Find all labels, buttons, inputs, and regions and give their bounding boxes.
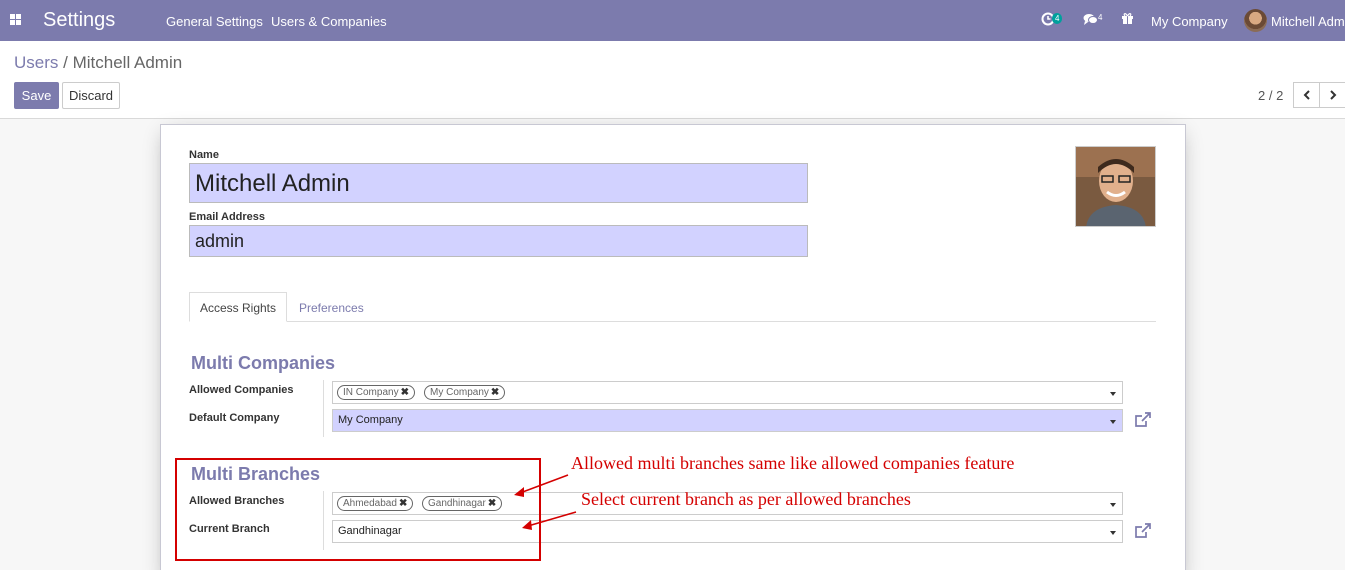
dropdown-caret-icon[interactable] (1110, 392, 1116, 396)
gift-icon[interactable] (1121, 12, 1134, 28)
breadcrumb: Users / Mitchell Admin (14, 53, 182, 73)
user-menu[interactable]: Mitchell Admin (1271, 14, 1345, 29)
annotation-current-branch: Select current branch as per allowed bra… (581, 489, 911, 509)
discard-button[interactable]: Discard (62, 82, 120, 109)
name-label: Name (189, 149, 219, 161)
chevron-left-icon (1303, 90, 1310, 100)
tag-label: My Company (430, 387, 489, 398)
breadcrumb-current: Mitchell Admin (72, 53, 183, 72)
name-input[interactable]: Mitchell Admin (189, 163, 808, 203)
company-tag-my-company: My Company ✖ (424, 385, 506, 400)
external-link-icon[interactable] (1134, 523, 1152, 539)
save-button[interactable]: Save (14, 82, 59, 109)
dropdown-caret-icon[interactable] (1110, 503, 1116, 507)
remove-tag-icon[interactable]: ✖ (401, 387, 409, 398)
control-panel: Users / Mitchell Admin Save Discard 2 / … (0, 41, 1345, 119)
user-avatar[interactable] (1244, 9, 1267, 32)
pager-value[interactable]: 2 / 2 (1258, 88, 1283, 103)
menu-general-settings[interactable]: General Settings (166, 14, 263, 29)
annotation-allowed-branches: Allowed multi branches same like allowed… (571, 453, 1015, 473)
dropdown-caret-icon[interactable] (1110, 531, 1116, 535)
multi-companies-title: Multi Companies (191, 353, 336, 373)
tag-label: IN Company (343, 387, 399, 398)
tab-access-rights[interactable]: Access Rights (189, 292, 287, 322)
email-input[interactable]: admin (189, 225, 808, 257)
top-navbar: Settings General Settings Users & Compan… (0, 0, 1345, 41)
default-company-label: Default Company (189, 412, 280, 424)
allowed-companies-label: Allowed Companies (189, 384, 294, 396)
dropdown-caret-icon[interactable] (1110, 420, 1116, 424)
tabs-divider (189, 321, 1156, 322)
breadcrumb-users-link[interactable]: Users (14, 53, 58, 72)
email-label: Email Address (189, 211, 266, 223)
company-tag-in-company: IN Company ✖ (337, 385, 415, 400)
pager-previous-button[interactable] (1293, 82, 1320, 108)
pager-next-button[interactable] (1319, 82, 1345, 108)
activity-count-badge: 4 (1052, 13, 1063, 24)
label-separator (323, 380, 324, 437)
apps-menu-icon[interactable] (10, 14, 21, 25)
user-photo[interactable] (1075, 146, 1156, 227)
company-switcher[interactable]: My Company (1151, 14, 1228, 29)
highlight-box (175, 458, 541, 561)
external-link-icon[interactable] (1134, 412, 1152, 428)
tab-preferences[interactable]: Preferences (299, 301, 364, 315)
messages-count-badge: 4 (1098, 13, 1103, 22)
breadcrumb-separator: / (63, 53, 68, 72)
chevron-right-icon (1329, 90, 1336, 100)
default-company-value: My Company (338, 414, 403, 426)
messages-chat-icon[interactable] (1083, 13, 1098, 29)
allowed-companies-field[interactable]: IN Company ✖ My Company ✖ (332, 381, 1123, 404)
app-title[interactable]: Settings (43, 9, 115, 32)
menu-users-companies[interactable]: Users & Companies (271, 14, 387, 29)
default-company-field[interactable]: My Company (332, 409, 1123, 432)
remove-tag-icon[interactable]: ✖ (491, 387, 499, 398)
